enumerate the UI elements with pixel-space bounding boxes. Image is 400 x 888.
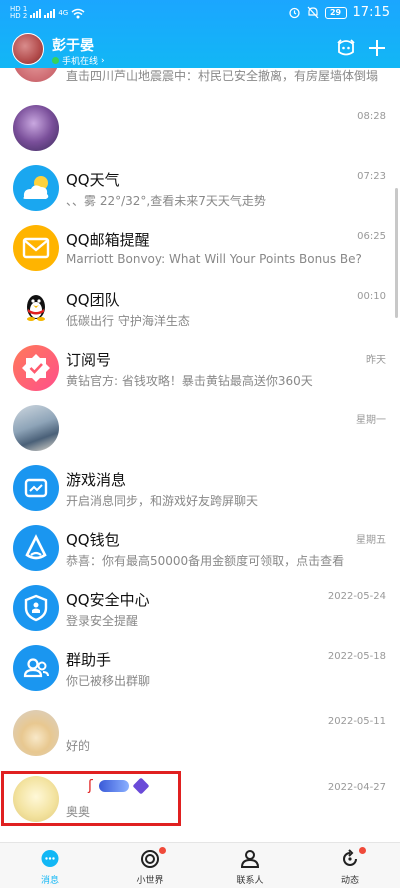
conversation-row-subscription[interactable]: 订阅号 黄钻官方: 省钱攻略！暴击黄钻最高送你360天 昨天	[0, 345, 400, 405]
wallet-icon	[13, 525, 59, 571]
chevron-right-icon: ›	[101, 55, 105, 66]
network-label: 4G	[58, 9, 69, 17]
app-header: HD 1 HD 2 4G 29 17:15 彭于晏 手机在线 ›	[0, 0, 400, 68]
game-icon	[13, 465, 59, 511]
conversation-row-user-1[interactable]: 08:28	[0, 105, 400, 165]
refresh-icon	[343, 849, 357, 866]
conversation-time: 00:10	[357, 291, 386, 302]
conversation-time: 2022-05-18	[327, 651, 386, 662]
conversation-row-user-3[interactable]: 好的 2022-05-11	[0, 710, 400, 770]
highlight-box	[1, 771, 181, 826]
alarm-icon	[288, 7, 300, 19]
my-avatar[interactable]	[12, 33, 44, 65]
scrollbar[interactable]	[395, 188, 398, 318]
ai-assistant-icon[interactable]	[334, 36, 358, 60]
conversation-subtitle: 低碳出行 守护海洋生态	[66, 314, 190, 328]
user-avatar-photo	[13, 405, 59, 451]
tab-label: 联系人	[236, 876, 264, 886]
conversation-subtitle: 直击四川芦山地震震中：村民已安全撤离，有房屋墙体倒塌	[66, 69, 379, 83]
my-name[interactable]: 彭于晏	[52, 35, 94, 55]
conversation-time: 星期五	[356, 535, 386, 546]
conversation-row-security[interactable]: QQ安全中心 登录安全提醒 2022-05-24	[0, 585, 400, 645]
conversation-subtitle: 、、雾 22°/32°,查看未来7天天气走势	[66, 194, 266, 208]
conversation-subtitle: 好的	[66, 739, 91, 753]
signal-icon-2	[44, 8, 56, 18]
sim-labels: HD 1 HD 2	[10, 6, 27, 20]
tab-messages[interactable]: 消息	[0, 843, 100, 888]
conversation-time: 昨天	[366, 355, 386, 366]
conversation-subtitle: 你已被移出群聊	[66, 674, 151, 688]
status-bar: HD 1 HD 2 4G 29 17:15	[0, 0, 400, 28]
conversation-row-qq-team[interactable]: QQ团队 低碳出行 守护海洋生态 00:10	[0, 285, 400, 345]
tab-label: 消息	[40, 876, 59, 886]
conversation-title: QQ邮箱提醒	[66, 231, 150, 249]
conversation-time: 2022-05-24	[327, 591, 386, 602]
conversation-list[interactable]: 直击四川芦山地震震中：村民已安全撤离，有房屋墙体倒塌 08:28 QQ天气 、、…	[0, 68, 400, 842]
tab-small-world[interactable]: 小世界	[100, 843, 200, 888]
conversation-title: QQ团队	[66, 291, 120, 309]
conversation-title: QQ天气	[66, 171, 120, 189]
conversation-title: 群助手	[66, 651, 112, 669]
user-avatar-purple	[13, 105, 59, 151]
conversation-subtitle: 登录安全提醒	[66, 614, 139, 628]
conversation-time: 08:28	[357, 111, 386, 122]
conversation-subtitle: 开启消息同步，和游戏好友跨屏聊天	[66, 494, 259, 508]
online-status-label: 手机在线	[62, 57, 99, 67]
group-icon	[13, 645, 59, 691]
conversation-subtitle: 黄钻官方: 省钱攻略！暴击黄钻最高送你360天	[66, 374, 313, 388]
notification-dot	[159, 847, 166, 854]
conversation-time: 07:23	[357, 171, 386, 182]
conversation-subtitle: 恭喜：你有最高50000备用金额度可领取，点击查看	[66, 554, 345, 568]
bottom-tab-bar: 消息 小世界 联系人 动态	[0, 842, 400, 888]
conversation-row-group-helper[interactable]: 群助手 你已被移出群聊 2022-05-18	[0, 645, 400, 705]
conversation-row-mail[interactable]: QQ邮箱提醒 Marriott Bonvoy: What Will Your P…	[0, 225, 400, 285]
mute-icon	[307, 6, 318, 19]
tab-label: 小世界	[136, 876, 164, 886]
weather-icon	[13, 165, 59, 211]
conversation-title: 游戏消息	[66, 471, 127, 489]
sim2-label: HD 2	[10, 12, 28, 20]
conversation-time: 星期一	[356, 415, 386, 426]
tab-moments[interactable]: 动态	[300, 843, 400, 888]
penguin-icon	[13, 285, 59, 331]
battery-icon: 29	[324, 6, 347, 19]
notification-dot	[359, 847, 366, 854]
conversation-row-user-2[interactable]: 星期一	[0, 405, 400, 465]
online-dot-icon	[52, 57, 59, 64]
badge-check-icon	[13, 345, 59, 391]
conversation-time: 2022-04-27	[327, 782, 386, 793]
conversation-title: 订阅号	[66, 351, 112, 369]
signal-icon	[30, 8, 42, 18]
conversation-title: QQ安全中心	[66, 591, 150, 609]
battery-level: 29	[329, 8, 342, 17]
online-status[interactable]: 手机在线 ›	[52, 54, 105, 67]
mail-icon	[13, 225, 59, 271]
plus-icon[interactable]	[365, 36, 389, 60]
chat-icon	[41, 850, 59, 867]
wifi-icon	[71, 8, 85, 18]
tab-contacts[interactable]: 联系人	[200, 843, 300, 888]
conversation-row-game[interactable]: 游戏消息 开启消息同步，和游戏好友跨屏聊天	[0, 465, 400, 525]
user-avatar-cartoon	[13, 710, 59, 756]
conversation-title: QQ钱包	[66, 531, 120, 549]
tab-label: 动态	[340, 876, 359, 886]
conversation-row-wallet[interactable]: QQ钱包 恭喜：你有最高50000备用金额度可领取，点击查看 星期五	[0, 525, 400, 585]
planet-icon	[141, 850, 159, 868]
shield-icon	[13, 585, 59, 631]
conversation-time: 06:25	[357, 231, 386, 242]
conversation-row-weather[interactable]: QQ天气 、、雾 22°/32°,查看未来7天天气走势 07:23	[0, 165, 400, 225]
clock: 17:15	[352, 5, 390, 20]
news-avatar	[13, 68, 59, 82]
conversation-row-news[interactable]: 直击四川芦山地震震中：村民已安全撤离，有房屋墙体倒塌	[0, 68, 400, 86]
contacts-icon	[240, 850, 260, 868]
conversation-subtitle: Marriott Bonvoy: What Will Your Points B…	[66, 252, 362, 266]
conversation-time: 2022-05-11	[327, 716, 386, 727]
